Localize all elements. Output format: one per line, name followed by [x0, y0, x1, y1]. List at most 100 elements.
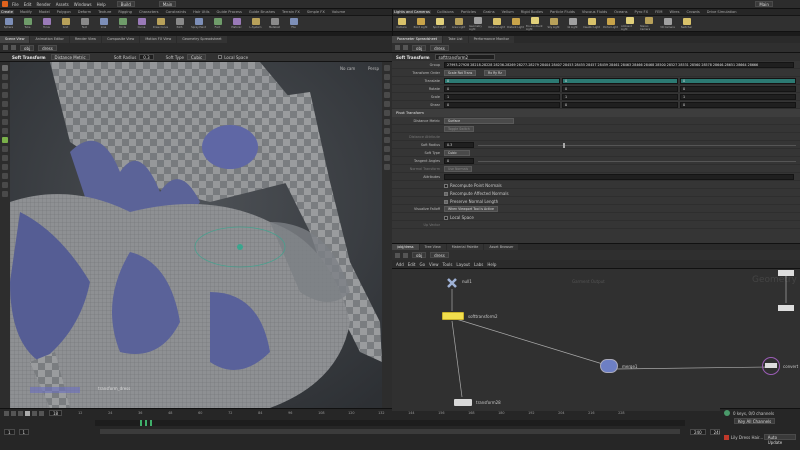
distance-metric-dropdown[interactable]: Surface	[444, 118, 514, 124]
shelf-tool-gi-light[interactable]: GI Light	[564, 18, 581, 29]
rotate-z-field[interactable]: 0	[680, 86, 796, 92]
shelf-tool-volume-light[interactable]: Volume Light	[488, 18, 505, 29]
rotate-tool-icon[interactable]	[2, 83, 8, 89]
shelf-tab-guide-process[interactable]: Guide Process	[216, 10, 243, 14]
attributes-field[interactable]	[444, 174, 794, 180]
shelf-tool-l-system[interactable]: L-System	[247, 18, 264, 29]
shaded-icon[interactable]	[384, 83, 390, 89]
scale-y-field[interactable]: 1	[562, 94, 678, 100]
shelf-tool-distant-light[interactable]: Distant Light	[507, 18, 524, 29]
translate-z-field[interactable]: 0	[680, 78, 796, 84]
menu-help[interactable]: Help	[97, 2, 106, 7]
shelf-tab-particles[interactable]: Particles	[460, 10, 477, 14]
shelf-tab-volume[interactable]: Volume	[331, 10, 346, 14]
param-path-node[interactable]: dress	[430, 44, 449, 51]
shelf-tab-pyro-fx[interactable]: Pyro FX	[634, 10, 650, 14]
pivot-transform-section[interactable]: Pivot Transform	[392, 109, 800, 117]
node-convert[interactable]	[762, 357, 780, 375]
normal-transform-dropdown[interactable]: Use Normals	[444, 166, 473, 172]
camera-icon[interactable]	[384, 128, 390, 134]
shelf-tab-rigging[interactable]: Rigging	[117, 10, 133, 14]
shelf-tool-sky-light[interactable]: Sky Light	[545, 18, 562, 29]
shelf-tab-oceans[interactable]: Oceans	[613, 10, 628, 14]
shelf-tool-area-light[interactable]: Area Light	[450, 18, 467, 29]
forward-arrow-icon[interactable]	[403, 252, 408, 258]
scene-viewport[interactable]: Persp No cam transform_dress	[10, 62, 382, 408]
shelf-tab-modify[interactable]: Modify	[19, 10, 33, 14]
layout-icon[interactable]	[384, 155, 390, 161]
shelf-tool-grid[interactable]: Grid	[57, 18, 74, 29]
network-path-node[interactable]: dress	[430, 252, 449, 258]
current-frame-field[interactable]: 18	[49, 410, 63, 416]
shelf-tool-portal-light[interactable]: Portal Light	[602, 18, 619, 29]
shelf-tool-ambient-light[interactable]: Ambient Light	[621, 16, 638, 31]
faces-mode-icon[interactable]	[2, 191, 8, 197]
shelf-tab-simple-fx[interactable]: Simple FX	[306, 10, 326, 14]
shelf-tool-metaball[interactable]: Metaball	[266, 18, 283, 29]
shelf-tab-collisions[interactable]: Collisions	[436, 10, 455, 14]
shelf-tool-file[interactable]: File	[285, 18, 302, 29]
shelf-tool-spot-light[interactable]: Spot Light	[431, 18, 448, 29]
tab-composite-view[interactable]: Composite View	[102, 36, 140, 43]
node-transform28[interactable]	[454, 399, 472, 406]
normals-display-icon[interactable]	[384, 119, 390, 125]
shelf-tool-path[interactable]: Path	[171, 18, 188, 29]
recompute-affected-normals-checkbox[interactable]	[444, 191, 448, 196]
toggle-switch-button[interactable]: Toggle Switch	[444, 126, 474, 132]
object-mode-icon[interactable]	[2, 164, 8, 170]
network-path-obj[interactable]: obj	[412, 252, 427, 258]
back-arrow-icon[interactable]	[395, 252, 400, 258]
opt-soft-type-value[interactable]: Cubic	[187, 54, 207, 60]
net-menu-help[interactable]: Help	[487, 262, 496, 267]
reverse-play-icon[interactable]	[18, 410, 23, 416]
transform-order-dropdown[interactable]: Scale Rot Trans	[444, 70, 477, 76]
shear-y-field[interactable]: 0	[562, 102, 678, 108]
safe-area-icon[interactable]	[384, 146, 390, 152]
shelf-tab-particle-fluids[interactable]: Particle Fluids	[549, 10, 576, 14]
edges-mode-icon[interactable]	[2, 182, 8, 188]
net-menu-edit[interactable]: Edit	[408, 262, 416, 267]
node-softtransform2[interactable]	[442, 312, 464, 320]
back-arrow-icon[interactable]	[3, 45, 8, 50]
shear-x-field[interactable]: 0	[444, 102, 560, 108]
shelf-tool-font[interactable]: Font	[209, 18, 226, 29]
tool-hint[interactable]: Distance Metric	[50, 54, 90, 60]
translate-y-field[interactable]: 0	[562, 78, 678, 84]
shelf-tool-draw-curve[interactable]: Draw Curve	[152, 18, 169, 29]
group-field[interactable]: 27993-27928 28218-28228 28236-28269 2827…	[444, 62, 794, 68]
shelf-tool-tube[interactable]: Tube	[19, 18, 36, 29]
tab-take-list[interactable]: Take List	[443, 36, 468, 43]
shelf-tab-fem[interactable]: FEM	[654, 10, 663, 14]
range-start2-field[interactable]: 1	[18, 429, 30, 435]
shelf-tab-polygon[interactable]: Polygon	[56, 10, 72, 14]
tab-parameter-spreadsheet[interactable]: Parameter Spreadsheet	[392, 36, 443, 43]
shelf-tab-viscous-fluids[interactable]: Viscous Fluids	[581, 10, 608, 14]
menu-render[interactable]: Render	[36, 2, 50, 7]
net-menu-view[interactable]: View	[429, 262, 439, 267]
wireframe-icon[interactable]	[384, 74, 390, 80]
key-all-channels-button[interactable]: Key All Channels	[734, 418, 776, 424]
shelf-tool-point-light[interactable]: Point Light	[412, 18, 429, 29]
menu-windows[interactable]: Windows	[74, 2, 92, 7]
shelf-tab-deform[interactable]: Deform	[77, 10, 92, 14]
rotate-y-field[interactable]: 0	[562, 86, 678, 92]
shelf-tool-geometry-light[interactable]: Geometry Light	[469, 16, 486, 31]
shelf-tool-torus[interactable]: Torus	[38, 18, 55, 29]
scale-z-field[interactable]: 1	[680, 94, 796, 100]
snap-icon[interactable]	[2, 137, 8, 143]
keyframe-marker[interactable]	[150, 420, 152, 426]
points-display-icon[interactable]	[384, 110, 390, 116]
view-tool-icon[interactable]	[2, 119, 8, 125]
viewport-path-node[interactable]: dress	[38, 44, 57, 51]
camera-label[interactable]: Persp	[368, 66, 379, 71]
menu-assets[interactable]: Assets	[56, 2, 69, 7]
keyframe-marker[interactable]	[145, 420, 147, 426]
param-path-obj[interactable]: obj	[412, 44, 427, 51]
node-output-top[interactable]	[778, 270, 794, 276]
pose-tool-icon[interactable]	[2, 110, 8, 116]
key-icon[interactable]	[724, 410, 730, 416]
select-tool-icon[interactable]	[2, 65, 8, 71]
tangent-angles-slider[interactable]	[478, 161, 796, 162]
visualize-falloff-dropdown[interactable]: When Viewport Tool is Active	[444, 206, 498, 212]
tab-scene-view[interactable]: Scene View	[0, 36, 30, 43]
